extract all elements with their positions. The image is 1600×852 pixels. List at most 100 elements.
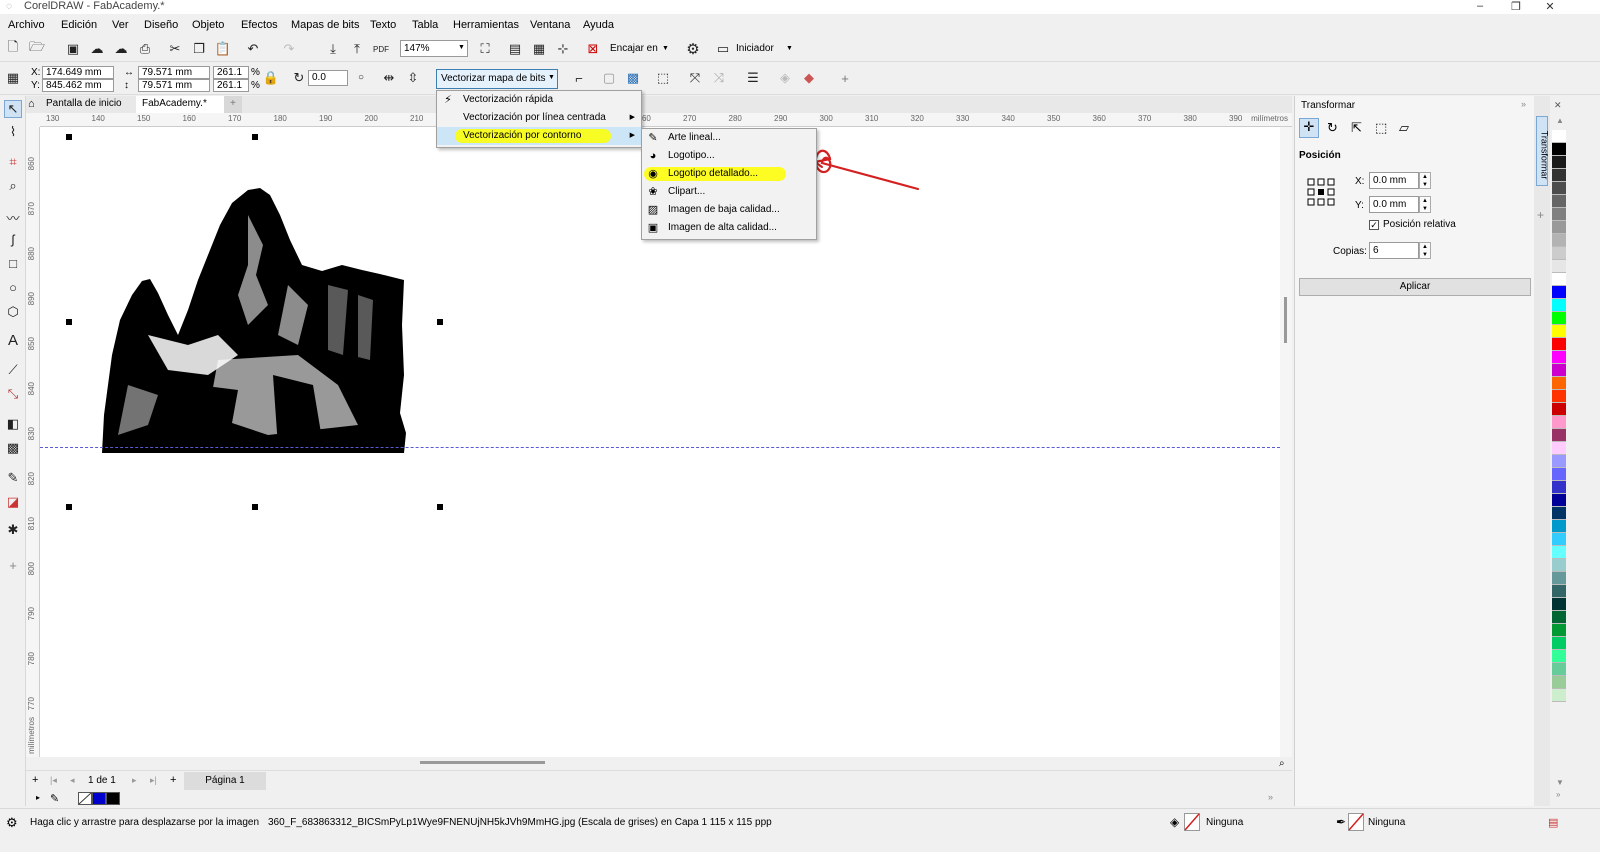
scrollbar-thumb[interactable]: [1284, 297, 1287, 343]
last-page-icon[interactable]: ▸|: [150, 775, 157, 786]
layers-icon[interactable]: ◆: [800, 69, 818, 87]
undo-icon[interactable]: ↶: [244, 40, 262, 58]
menu-efectos[interactable]: Efectos: [241, 19, 278, 31]
color-swatch[interactable]: [1552, 676, 1566, 689]
color-swatch[interactable]: [1552, 325, 1566, 338]
first-page-icon[interactable]: |◂: [50, 775, 57, 786]
vertical-ruler[interactable]: 860 870 880 890 850 840 830 820 810 800 790 780 770 m…: [26, 127, 40, 757]
edit-bitmap-icon[interactable]: ▢: [600, 69, 618, 87]
color-swatch[interactable]: [1552, 247, 1566, 260]
selection-handle[interactable]: [252, 504, 258, 510]
horizontal-ruler[interactable]: 1301401501601701801902002102202302402502…: [40, 113, 1292, 127]
color-swatch[interactable]: [1552, 143, 1566, 156]
minimize-button[interactable]: –: [1470, 0, 1490, 12]
color-swatch[interactable]: [1552, 468, 1566, 481]
docker-expand-icon[interactable]: »: [1521, 99, 1526, 109]
color-swatch[interactable]: [1552, 221, 1566, 234]
relative-position-checkbox[interactable]: ✓: [1369, 220, 1379, 230]
import-icon[interactable]: ⤓: [324, 40, 342, 58]
vertical-scrollbar[interactable]: [1280, 127, 1292, 757]
selection-handle[interactable]: [437, 319, 443, 325]
palette-scroll-down-icon[interactable]: ▼: [1556, 778, 1564, 787]
open-folder-icon[interactable]: 🗁: [28, 39, 46, 58]
paste-icon[interactable]: 📋: [214, 40, 232, 58]
menu-item-high-quality-image[interactable]: ▣ Imagen de alta calidad...: [642, 219, 816, 237]
color-swatch[interactable]: [1552, 416, 1566, 429]
show-grid-icon[interactable]: ▦: [530, 40, 548, 58]
color-swatch[interactable]: [1552, 364, 1566, 377]
redo-icon[interactable]: ↷: [280, 40, 298, 58]
eyedropper-icon[interactable]: ✎: [4, 470, 22, 488]
menu-item-low-quality-image[interactable]: ▨ Imagen de baja calidad...: [642, 201, 816, 219]
color-swatch[interactable]: [1552, 650, 1566, 663]
menu-ventana[interactable]: Ventana: [530, 19, 570, 31]
copies-spinner[interactable]: ▲ ▼: [1419, 242, 1431, 259]
smart-fill-icon[interactable]: ✱: [4, 522, 22, 540]
mirror-vertical-icon[interactable]: ⇳: [404, 69, 422, 87]
restore-button[interactable]: ❐: [1506, 0, 1526, 13]
menu-diseno[interactable]: Diseño: [144, 19, 178, 31]
print-icon[interactable]: ⎙: [136, 40, 154, 58]
to-front-icon[interactable]: ◈: [776, 69, 794, 87]
menu-item-clipart[interactable]: ❀ Clipart...: [642, 183, 816, 201]
launch-icon[interactable]: ▭: [714, 40, 732, 58]
add-tool-icon[interactable]: +: [4, 558, 22, 576]
transparency-icon[interactable]: ▩: [4, 440, 22, 458]
launch-label[interactable]: Iniciador: [736, 43, 774, 54]
trace-bitmap-button[interactable]: Vectorizar mapa de bits: [436, 69, 558, 89]
add-page-after-icon[interactable]: +: [170, 774, 176, 786]
rotate-icon[interactable]: ↻: [290, 69, 308, 87]
menu-item-detailed-logo[interactable]: ◉ Logotipo detallado...: [642, 165, 816, 183]
pen-icon[interactable]: ✒: [1336, 815, 1346, 829]
prev-page-icon[interactable]: ◂: [70, 775, 75, 786]
transform-side-tab[interactable]: Transformar: [1539, 131, 1549, 180]
color-swatch[interactable]: [1552, 260, 1566, 273]
full-screen-icon[interactable]: ▤: [506, 40, 524, 58]
scale-mirror-icon[interactable]: ⇱: [1351, 120, 1362, 136]
guideline[interactable]: [40, 447, 1280, 448]
menu-item-outline-trace[interactable]: Vectorización por contorno ▶: [437, 127, 641, 145]
freehand-tool-icon[interactable]: 〰: [4, 208, 22, 226]
color-swatch[interactable]: [1552, 611, 1566, 624]
menu-mapas-de-bits[interactable]: Mapas de bits: [291, 19, 359, 31]
zoom-fit-icon[interactable]: ⛶: [476, 40, 494, 58]
save-icon[interactable]: ▣: [64, 40, 82, 58]
menu-tabla[interactable]: Tabla: [412, 19, 438, 31]
polygon-tool-icon[interactable]: ⬡: [4, 304, 22, 322]
crop-bitmap-icon[interactable]: ⌐: [570, 69, 588, 87]
blue-swatch[interactable]: [92, 792, 106, 805]
interactive-fill-icon[interactable]: ◪: [4, 494, 22, 512]
color-swatch[interactable]: [1552, 208, 1566, 221]
chevron-down-icon[interactable]: ▼: [548, 74, 555, 81]
copies-field[interactable]: 6: [1369, 242, 1419, 259]
color-swatch[interactable]: [1552, 130, 1566, 143]
parallel-dimension-icon[interactable]: ⟋: [4, 362, 22, 380]
anchor-grid-icon[interactable]: [1307, 178, 1335, 206]
tab-document[interactable]: FabAcademy.*: [136, 96, 224, 113]
menu-item-logo[interactable]: ◕ Logotipo...: [642, 147, 816, 165]
artistic-media-icon[interactable]: ʃ: [4, 232, 22, 250]
pick-tool-icon[interactable]: ↖: [4, 100, 22, 118]
snap-off-icon[interactable]: ⊠: [584, 40, 602, 58]
menu-ayuda[interactable]: Ayuda: [583, 19, 614, 31]
color-swatch[interactable]: [1552, 598, 1566, 611]
color-profile-icon[interactable]: ▤: [1548, 816, 1558, 829]
settings-gear-icon[interactable]: ⚙: [684, 40, 702, 58]
selection-handle[interactable]: [66, 504, 72, 510]
color-swatch[interactable]: [1552, 234, 1566, 247]
color-swatch[interactable]: [1552, 338, 1566, 351]
rotation-field[interactable]: 0.0: [308, 70, 348, 86]
new-document-icon[interactable]: 🗋: [4, 39, 22, 58]
remove-mask-icon[interactable]: ⤨: [710, 69, 728, 87]
apply-button[interactable]: Aplicar: [1299, 278, 1531, 296]
color-swatch[interactable]: [1552, 377, 1566, 390]
zoom-corner-icon[interactable]: ⌕: [1279, 758, 1285, 769]
menu-item-quick-trace[interactable]: ⚡ Vectorización rápida: [437, 91, 641, 109]
y-spinner[interactable]: ▲ ▼: [1419, 196, 1431, 213]
color-swatch[interactable]: [1552, 520, 1566, 533]
bitmap-image[interactable]: [98, 185, 408, 457]
color-swatch[interactable]: [1552, 182, 1566, 195]
export-icon[interactable]: ⤒: [348, 40, 366, 58]
add-tab-button[interactable]: +: [224, 96, 242, 113]
color-swatch[interactable]: [1552, 585, 1566, 598]
